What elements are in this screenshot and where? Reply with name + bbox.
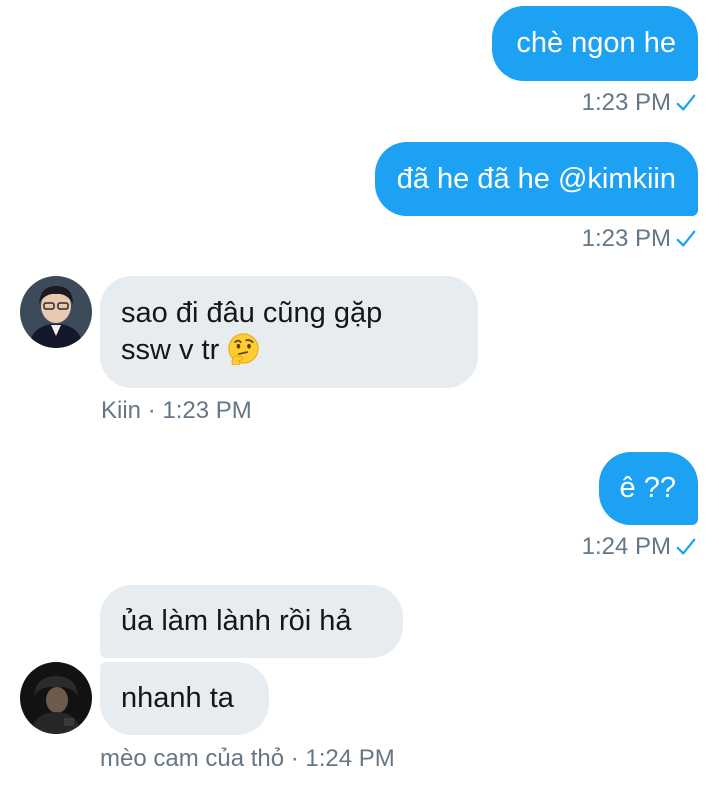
- sender-time-text: Kiin · 1:23 PM: [101, 397, 252, 424]
- message-sender-meta: mèo cam của thỏ · 1:24 PM: [100, 745, 395, 773]
- avatar-kiin[interactable]: [20, 276, 92, 348]
- checkmark-icon: [676, 230, 696, 247]
- outgoing-message-bubble[interactable]: chè ngon he: [492, 6, 698, 81]
- message-timestamp: 1:24 PM: [582, 533, 697, 561]
- outgoing-message-bubble[interactable]: đã he đã he @kimkiin: [374, 142, 698, 216]
- message-text: chè ngon he: [516, 27, 676, 59]
- message-sender-meta: Kiin · 1:23 PM: [101, 397, 252, 425]
- incoming-message-bubble[interactable]: ủa làm lành rồi hả: [100, 585, 403, 658]
- outgoing-message-bubble[interactable]: ê ??: [598, 452, 698, 525]
- message-text-line: sao đi đâu cũng gặp: [121, 297, 383, 329]
- message-timestamp: 1:23 PM: [582, 89, 697, 117]
- message-timestamp: 1:23 PM: [582, 225, 697, 253]
- avatar-meo-cam[interactable]: [20, 662, 92, 734]
- message-text: nhanh ta: [121, 682, 234, 714]
- message-text: ssw v tr: [121, 334, 220, 366]
- timestamp-text: 1:24 PM: [581, 533, 671, 560]
- checkmark-icon: [676, 94, 696, 111]
- message-text: ủa làm lành rồi hả: [121, 605, 352, 637]
- checkmark-icon: [676, 538, 696, 555]
- timestamp-text: 1:23 PM: [581, 225, 671, 252]
- message-text-line: ssw v tr: [121, 332, 458, 369]
- thinking-face-emoji: [228, 333, 259, 365]
- sender-time-text: mèo cam của thỏ · 1:24 PM: [100, 745, 395, 772]
- incoming-message-bubble[interactable]: nhanh ta: [100, 662, 269, 735]
- message-text: đã he đã he @kimkiin: [396, 163, 676, 195]
- avatar-image: [20, 276, 92, 348]
- avatar-image: [20, 662, 92, 734]
- timestamp-text: 1:23 PM: [581, 89, 671, 116]
- message-text: ê ??: [619, 472, 676, 504]
- incoming-message-bubble[interactable]: sao đi đâu cũng gặp ssw v tr: [100, 276, 478, 388]
